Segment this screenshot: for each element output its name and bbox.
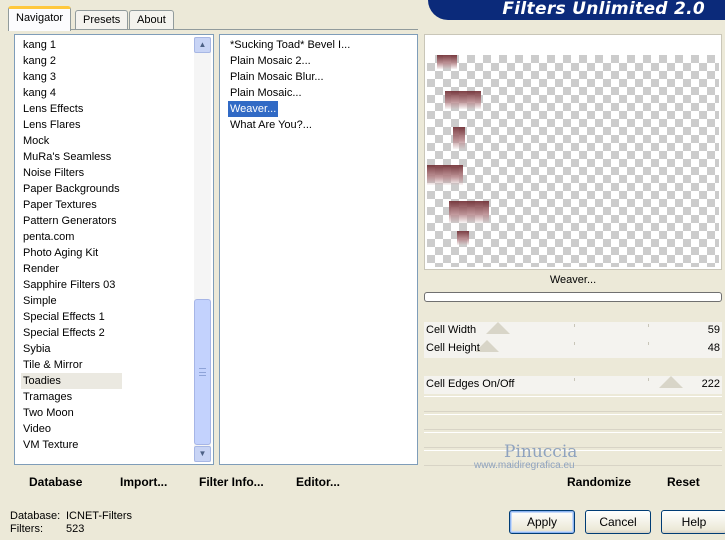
slider-tick: [574, 378, 575, 381]
watermark-name: Pinuccia: [504, 442, 578, 462]
tab-about[interactable]: About: [129, 10, 174, 30]
apply-button[interactable]: Apply: [509, 510, 575, 534]
tab-navigator[interactable]: Navigator: [8, 6, 72, 31]
database-value: ICNET-Filters: [66, 510, 132, 522]
reset-button[interactable]: Reset: [667, 475, 700, 489]
tab-presets[interactable]: Presets: [75, 10, 129, 30]
scroll-thumb[interactable]: [194, 299, 211, 445]
title-banner: Filters Unlimited 2.0: [428, 0, 725, 20]
parameter-label: Cell Width: [426, 324, 477, 336]
slider-thumb[interactable]: [659, 376, 683, 388]
parameter-slider[interactable]: Cell Width 59: [424, 322, 722, 340]
parameter-actions: Randomize Reset: [424, 468, 722, 496]
category-item[interactable]: Photo Aging Kit: [21, 245, 122, 261]
preview-pattern: [445, 91, 481, 109]
preview-pattern: [437, 55, 457, 69]
parameter-slider[interactable]: Cell Height 48: [424, 340, 722, 358]
parameter-value: 222: [701, 378, 720, 390]
preview-pattern: [453, 127, 465, 149]
filter-item[interactable]: *Sucking Toad* Bevel I...: [228, 39, 352, 51]
slider-thumb[interactable]: [486, 322, 510, 334]
import-button[interactable]: Import...: [120, 475, 167, 489]
category-item[interactable]: penta.com: [21, 229, 122, 245]
slider-tick: [574, 324, 575, 327]
empty-slider-row: [424, 396, 722, 412]
slider-tick: [574, 342, 575, 345]
preview-filter-name: Weaver...: [549, 274, 597, 286]
preview-image: [427, 55, 719, 267]
category-item[interactable]: VM Texture: [21, 437, 122, 453]
category-item[interactable]: kang 1: [21, 37, 122, 53]
parameter-label: Cell Height: [426, 342, 480, 354]
preview-pattern: [427, 165, 463, 185]
category-item[interactable]: Lens Effects: [21, 101, 122, 117]
filter-item[interactable]: Weaver...: [228, 101, 279, 117]
filter-items: *Sucking Toad* Bevel I... Plain Mosaic 2.…: [228, 37, 352, 133]
parameter-value: 59: [707, 324, 720, 336]
category-item[interactable]: Toadies: [21, 373, 122, 389]
parameter-value: 48: [707, 342, 720, 354]
preview-pattern: [457, 231, 469, 245]
filter-item[interactable]: Plain Mosaic...: [228, 87, 304, 99]
category-item[interactable]: Tramages: [21, 389, 122, 405]
cancel-button[interactable]: Cancel: [585, 510, 651, 534]
category-item[interactable]: Sapphire Filters 03: [21, 277, 122, 293]
filters-count: 523: [66, 523, 85, 535]
category-list[interactable]: kang 1 kang 2 kang 3 kang 4 Lens Effects Lens…: [14, 34, 214, 465]
category-item[interactable]: MuRa's Seamless: [21, 149, 122, 165]
filter-list[interactable]: *Sucking Toad* Bevel I... Plain Mosaic 2.…: [219, 34, 418, 465]
grip-icon: [199, 368, 206, 376]
scroll-up-button[interactable]: ▲: [194, 37, 211, 53]
progress-bar: [424, 292, 722, 302]
parameter-label: Cell Edges On/Off: [426, 378, 515, 390]
preview-panel: [424, 34, 722, 270]
randomize-button[interactable]: Randomize: [567, 475, 631, 489]
slider-tick: [648, 378, 649, 381]
filters-label: Filters:: [10, 523, 43, 535]
category-items: kang 1 kang 2 kang 3 kang 4 Lens Effects Lens…: [21, 37, 122, 453]
database-label: Database:: [10, 510, 61, 522]
category-item[interactable]: Sybia: [21, 341, 122, 357]
filter-item[interactable]: What Are You?...: [228, 119, 314, 131]
empty-slider-row: [424, 414, 722, 430]
slider-tick: [648, 342, 649, 345]
app-title: Filters Unlimited 2.0: [502, 0, 705, 19]
watermark: Pinuccia www.maidiregrafica.eu: [474, 442, 577, 471]
editor-button[interactable]: Editor...: [296, 475, 340, 489]
database-button[interactable]: Database: [29, 475, 82, 489]
category-item[interactable]: Noise Filters: [21, 165, 122, 181]
preview-pattern: [449, 201, 489, 223]
category-item[interactable]: Pattern Generators: [21, 213, 122, 229]
slider-tick: [648, 324, 649, 327]
category-item[interactable]: Special Effects 2: [21, 325, 122, 341]
category-item[interactable]: Simple: [21, 293, 122, 309]
status-info: Database: ICNET-Filters Filters: 523: [10, 510, 132, 536]
filter-info-button[interactable]: Filter Info...: [199, 475, 264, 489]
category-item[interactable]: Tile & Mirror: [21, 357, 122, 373]
category-item[interactable]: Paper Backgrounds: [21, 181, 122, 197]
category-item[interactable]: Special Effects 1: [21, 309, 122, 325]
category-item[interactable]: kang 4: [21, 85, 122, 101]
category-item[interactable]: Video: [21, 421, 122, 437]
category-item[interactable]: Two Moon: [21, 405, 122, 421]
scroll-down-button[interactable]: ▼: [194, 446, 211, 462]
parameter-slider[interactable]: Cell Edges On/Off 222: [424, 376, 722, 394]
category-item[interactable]: Paper Textures: [21, 197, 122, 213]
filter-item[interactable]: Plain Mosaic Blur...: [228, 71, 326, 83]
category-item[interactable]: Render: [21, 261, 122, 277]
category-scrollbar[interactable]: ▲ ▼: [194, 37, 211, 462]
category-item[interactable]: Mock: [21, 133, 122, 149]
help-button[interactable]: Help: [661, 510, 725, 534]
navigator-actions: Database Import... Filter Info... Editor…: [14, 468, 418, 496]
category-item[interactable]: kang 3: [21, 69, 122, 85]
category-item[interactable]: Lens Flares: [21, 117, 122, 133]
category-item[interactable]: kang 2: [21, 53, 122, 69]
filter-item[interactable]: Plain Mosaic 2...: [228, 55, 313, 67]
